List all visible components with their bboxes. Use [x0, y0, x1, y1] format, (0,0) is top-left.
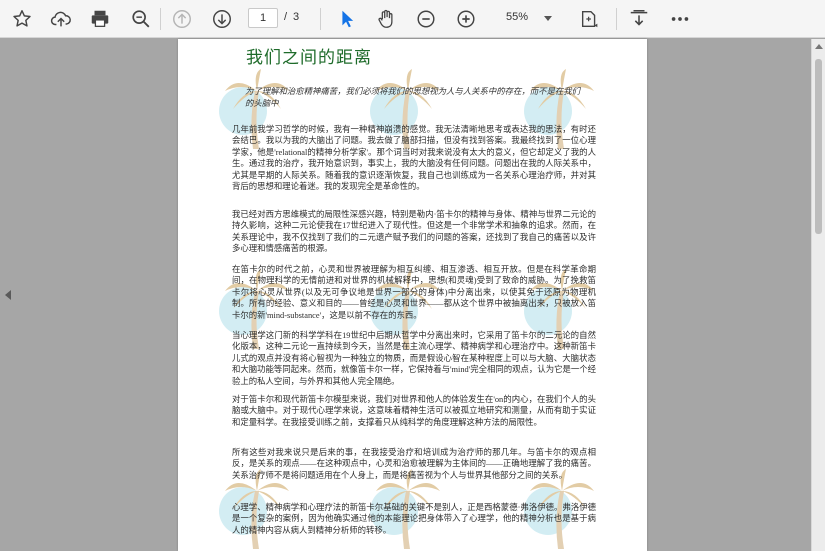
- scroll-up-arrow-icon[interactable]: [815, 44, 823, 49]
- cloud-upload-icon: [50, 11, 71, 27]
- paragraph: 在笛卡尔的时代之前，心灵和世界被理解为相互纠缠、相互渗透、相互开放。但是在科学革…: [232, 265, 596, 320]
- arrow-up-circle-icon: [173, 10, 191, 28]
- plus-circle-icon: [457, 10, 475, 28]
- paragraph: 所有这些对我来说只是后来的事，在我接受治疗和培训成为治疗师的那几年。与笛卡尔的观…: [232, 448, 596, 480]
- more-options-button[interactable]: [666, 5, 694, 33]
- bookmark-star-button[interactable]: [8, 5, 36, 33]
- zoom-level-dropdown[interactable]: 55%: [496, 7, 556, 29]
- zoom-level-value: 55%: [506, 11, 529, 23]
- page-number-input[interactable]: 1: [248, 8, 278, 28]
- previous-page-button[interactable]: [168, 5, 196, 33]
- paragraph: 心理学、精神病学和心理疗法的新笛卡尔基础的关键不是别人，正是西格蒙德·弗洛伊德。…: [232, 503, 596, 535]
- minus-circle-icon: [417, 10, 435, 28]
- magnifier-minus-icon: [132, 10, 150, 28]
- page-title: 我们之间的距离: [246, 48, 372, 68]
- toolbar-separator: [160, 8, 161, 30]
- next-page-button[interactable]: [208, 5, 236, 33]
- download-button[interactable]: [625, 5, 653, 33]
- hand-icon: [378, 9, 393, 28]
- paragraph: 对于笛卡尔和现代新笛卡尔模型来说，我们对世界和他人的体验发生在'on的内心，在我…: [232, 395, 596, 427]
- cursor-arrow-icon: [342, 10, 354, 28]
- hand-tool-button[interactable]: [372, 5, 400, 33]
- paragraph: 当心理学这门新的科学学科在19世纪中后期从哲学中分离出来时，它采用了笛卡尔的二元…: [232, 331, 596, 386]
- chevron-down-icon: [544, 16, 552, 21]
- printer-icon: [91, 10, 109, 27]
- download-tray-icon: [630, 10, 648, 26]
- zoom-out-button[interactable]: [412, 5, 440, 33]
- page-subtitle: 为了理解和治愈精神痛苦，我们必须将我们的思想视为人与人关系中的存在，而不是在我们…: [245, 87, 580, 108]
- print-button[interactable]: [86, 5, 114, 33]
- upload-cloud-button[interactable]: [47, 5, 75, 33]
- page-fit-icon: [581, 10, 598, 28]
- page-fit-button[interactable]: [576, 5, 604, 33]
- paragraph: 几年前我学习哲学的时候，我有一种精神崩溃的感觉。我无法清晰地思考或表达我的思法，…: [232, 125, 596, 192]
- toolbar-separator: [320, 8, 321, 30]
- total-pages: 3: [293, 11, 300, 23]
- zoom-in-button[interactable]: [452, 5, 480, 33]
- scrollbar-thumb[interactable]: [815, 59, 822, 234]
- star-icon: [13, 10, 31, 27]
- left-panel-toggle-icon[interactable]: [5, 290, 11, 300]
- vertical-scrollbar[interactable]: [811, 39, 825, 551]
- pdf-page: 我们之间的距离 为了理解和治愈精神痛苦，我们必须将我们的思想视为人与人关系中的存…: [178, 39, 647, 551]
- arrow-down-circle-icon: [213, 10, 231, 28]
- paragraph: 我已经对西方思维模式的局限性深感兴趣，特别是勒内·笛卡尔的精神与身体、精神与世界…: [232, 210, 596, 254]
- toolbar: 1 / 3 55%: [0, 0, 825, 38]
- more-dots-icon: [671, 17, 689, 21]
- toolbar-separator: [616, 8, 617, 30]
- zoom-search-button[interactable]: [127, 5, 155, 33]
- page-separator: /: [284, 11, 288, 23]
- select-tool-button[interactable]: [333, 5, 361, 33]
